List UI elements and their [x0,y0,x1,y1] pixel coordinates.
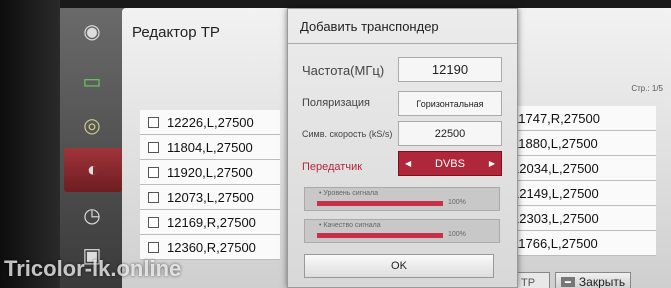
list-item[interactable]: 12303,L,27500 [506,206,656,231]
list-item[interactable]: 11804,L,27500 [140,135,280,160]
tv-icon[interactable]: ▭ [72,66,112,96]
list-item[interactable]: 11920,L,27500 [140,160,280,185]
signal-quality-percent: 100% [448,231,466,238]
tp-list-right: 11747,R,27500 11880,L,27500 12034,L,2750… [506,106,656,256]
close-button[interactable]: ▬ Закрыть [555,272,631,288]
chevron-left-icon[interactable]: ◀ [405,159,411,168]
page-indicator: Стр.: 1/5 [631,84,663,93]
satellite-icon[interactable]: ◉ [72,16,112,46]
tp-list-left: 12226,L,27500 11804,L,27500 11920,L,2750… [140,110,280,260]
checkbox[interactable] [148,241,159,253]
signal-level-meter: • Уровень сигнала 100% [304,187,500,211]
list-item[interactable]: 12034,L,27500 [506,156,656,181]
list-item[interactable]: 11766,L,27500 [506,231,656,256]
list-item[interactable]: 12149,L,27500 [506,181,656,206]
checkbox[interactable] [148,166,159,178]
checkbox[interactable] [148,191,159,203]
frequency-label: Частота(МГц) [302,63,385,78]
close-label: Закрыть [578,275,626,288]
checkbox[interactable] [148,216,159,228]
transmitter-selector[interactable]: ◀ DVBS ▶ [398,151,502,176]
tv-bezel [0,0,60,288]
add-transponder-dialog: Добавить транспондер Частота(МГц) 12190 … [287,8,518,288]
signal-quality-bar [317,233,443,238]
signal-quality-label: • Качество сигнала [319,222,381,229]
page-title: Редактор ТР [132,24,220,41]
speaker-icon[interactable]: ◎ [72,110,112,140]
list-item[interactable]: 12073,L,27500 [140,185,280,210]
signal-level-percent: 100% [448,199,466,206]
symbol-rate-label: Симв. скорость (kS/s) [302,129,393,139]
checkbox[interactable] [148,116,159,128]
frequency-field[interactable]: 12190 [398,57,502,82]
list-item[interactable]: 12169,R,27500 [140,210,280,235]
chevron-right-icon[interactable]: ▶ [489,159,495,168]
remote-button-icon: ▬ [560,277,575,287]
dialog-title: Добавить транспондер [300,19,439,34]
transmitter-label: Передатчик [302,161,363,173]
signal-level-label: • Уровень сигнала [319,190,379,197]
symbol-rate-field[interactable]: 22500 [398,121,502,146]
divider [288,43,517,44]
transmitter-value: DVBS [435,157,465,170]
satellite-dish-icon[interactable]: ◐ [64,148,122,192]
list-item[interactable]: 12226,L,27500 [140,110,280,135]
polarization-label: Поляризация [302,97,370,109]
clock-icon[interactable]: ◷ [72,200,112,230]
signal-level-bar [317,201,443,206]
signal-level-track [317,201,443,206]
polarization-field[interactable]: Горизонтальная [398,91,502,116]
list-item[interactable]: 11880,L,27500 [506,131,656,156]
signal-quality-track [317,233,443,238]
settings-sidebar: ◉ ▭ ◎ ◐ ◷ ▣ [60,8,126,288]
list-item[interactable]: 11747,R,27500 [506,106,656,131]
ok-button[interactable]: OK [304,254,494,278]
checkbox[interactable] [148,141,159,153]
watermark: Tricolor-lk.online [4,256,182,281]
signal-quality-meter: • Качество сигнала 100% [304,219,500,243]
